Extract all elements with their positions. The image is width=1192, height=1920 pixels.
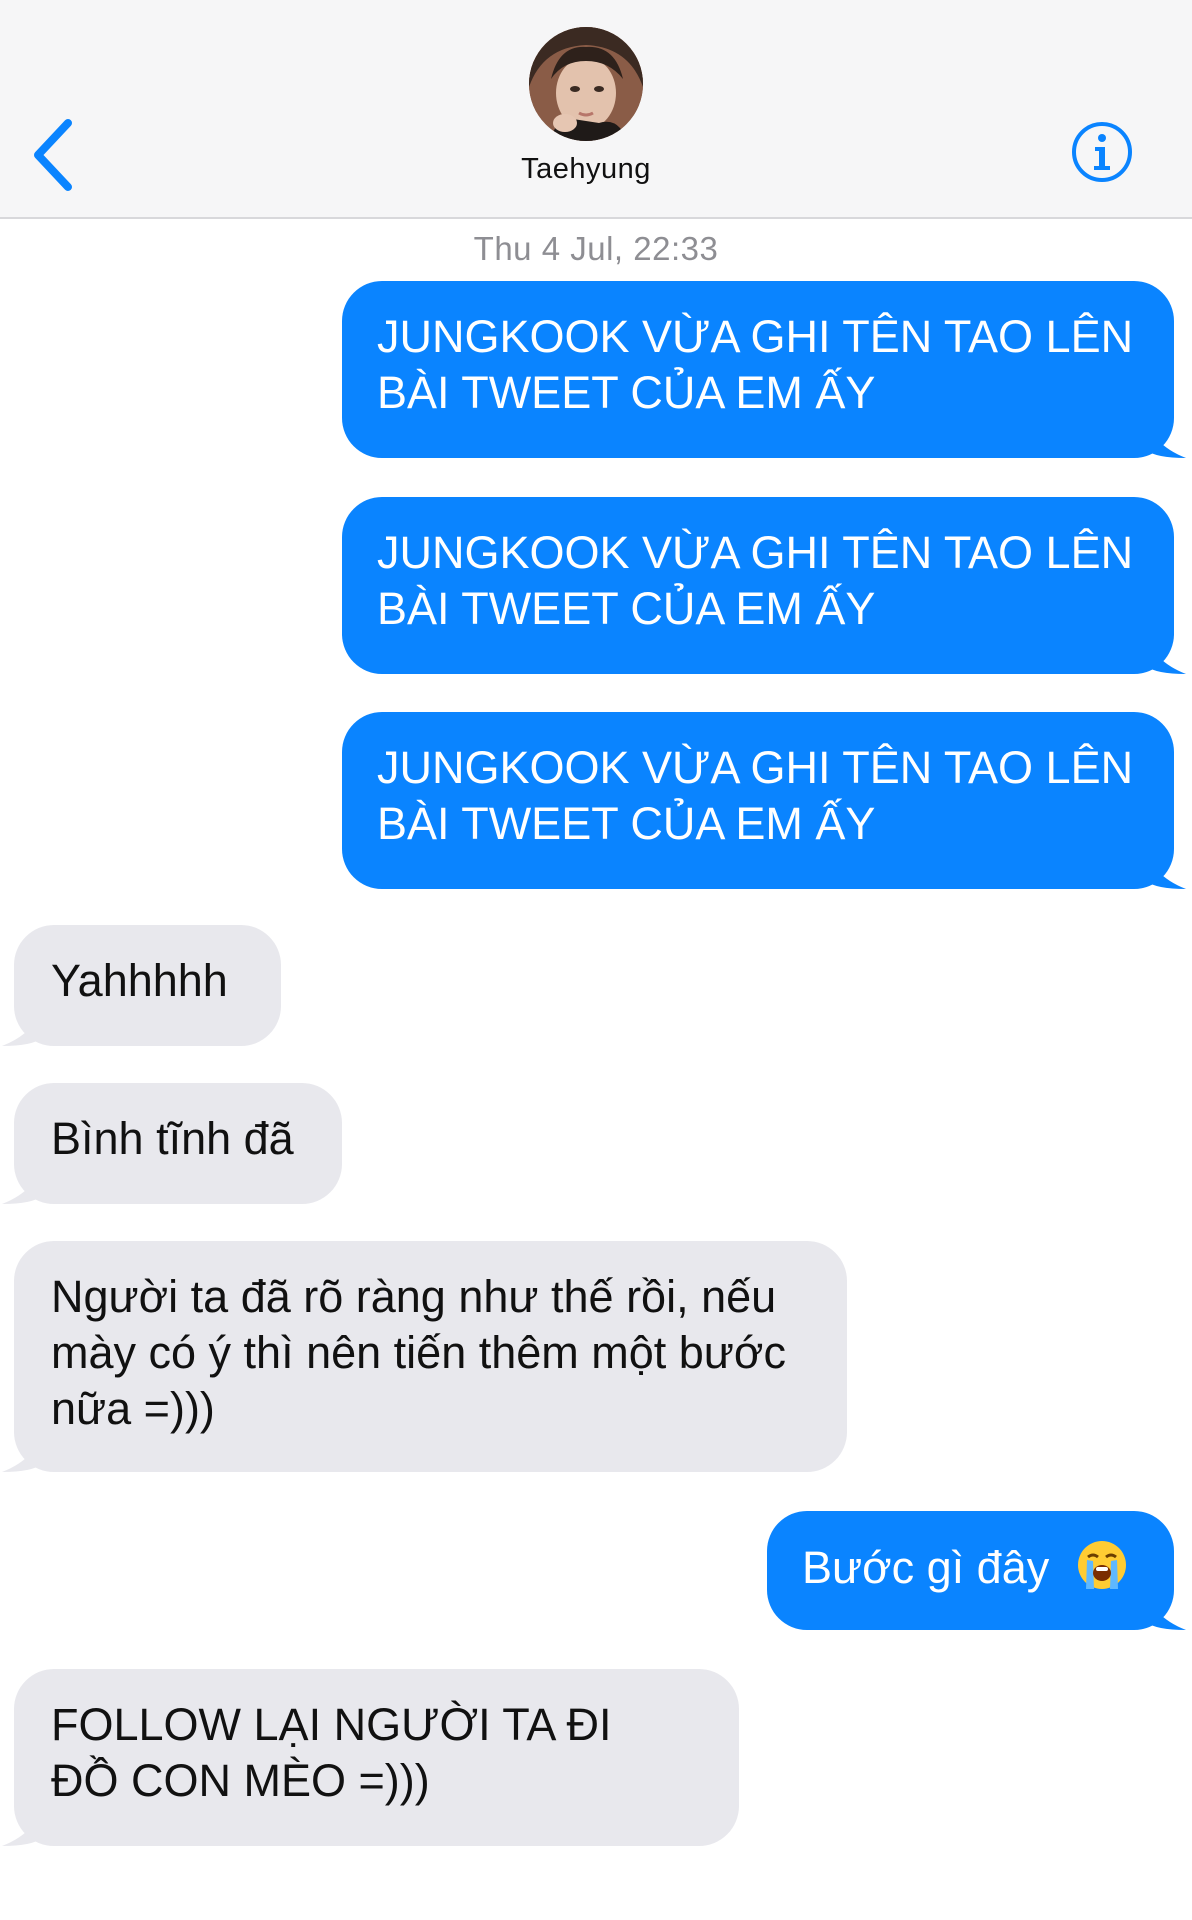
message-text: JUNGKOOK VỪA GHI TÊN TAO LÊN BÀI TWEET C… (377, 742, 1134, 849)
incoming-message-bubble[interactable]: Bình tĩnh đã (2, 1083, 342, 1204)
avatar-photo (529, 27, 643, 141)
bubble-tail (2, 1160, 42, 1204)
conversation-header: Taehyung (0, 0, 1192, 219)
loudly-crying-face-icon (1077, 1541, 1126, 1589)
info-circle-icon[interactable] (1070, 120, 1134, 184)
bubble-tail (2, 1802, 42, 1846)
contact-name[interactable]: Taehyung (0, 153, 1172, 186)
avatar[interactable] (529, 27, 643, 141)
incoming-message-bubble[interactable]: Yahhhhh (2, 925, 281, 1046)
outgoing-message-bubble[interactable]: Bước gì đây (767, 1511, 1186, 1630)
message-timestamp: Thu 4 Jul, 22:33 (473, 230, 719, 267)
bubble-tail (1146, 630, 1186, 674)
message-text: Yahhhhh (51, 955, 228, 1006)
message-text: Bình tĩnh đã (51, 1113, 294, 1164)
bubble-tail (1146, 1586, 1186, 1630)
bubble-tail (2, 1428, 42, 1472)
message-text: FOLLOW LẠI NGƯỜI TA ĐI ĐỒ CON MÈO =))) (51, 1699, 612, 1806)
bubble-tail (2, 1002, 42, 1046)
message-text: JUNGKOOK VỪA GHI TÊN TAO LÊN BÀI TWEET C… (377, 311, 1134, 418)
incoming-message-bubble[interactable]: Người ta đã rõ ràng như thế rồi, nếu mày… (2, 1241, 847, 1472)
message-text: Bước gì đây (802, 1542, 1050, 1593)
outgoing-message-bubble[interactable]: JUNGKOOK VỪA GHI TÊN TAO LÊN BÀI TWEET C… (342, 281, 1186, 458)
outgoing-message-bubble[interactable]: JUNGKOOK VỪA GHI TÊN TAO LÊN BÀI TWEET C… (342, 712, 1186, 889)
bubble-tail (1146, 414, 1186, 458)
outgoing-message-bubble[interactable]: JUNGKOOK VỪA GHI TÊN TAO LÊN BÀI TWEET C… (342, 497, 1186, 674)
message-text: Người ta đã rõ ràng như thế rồi, nếu mày… (51, 1271, 786, 1434)
message-text: JUNGKOOK VỪA GHI TÊN TAO LÊN BÀI TWEET C… (377, 527, 1134, 634)
incoming-message-bubble[interactable]: FOLLOW LẠI NGƯỜI TA ĐI ĐỒ CON MÈO =))) (2, 1669, 739, 1846)
bubble-tail (1146, 845, 1186, 889)
